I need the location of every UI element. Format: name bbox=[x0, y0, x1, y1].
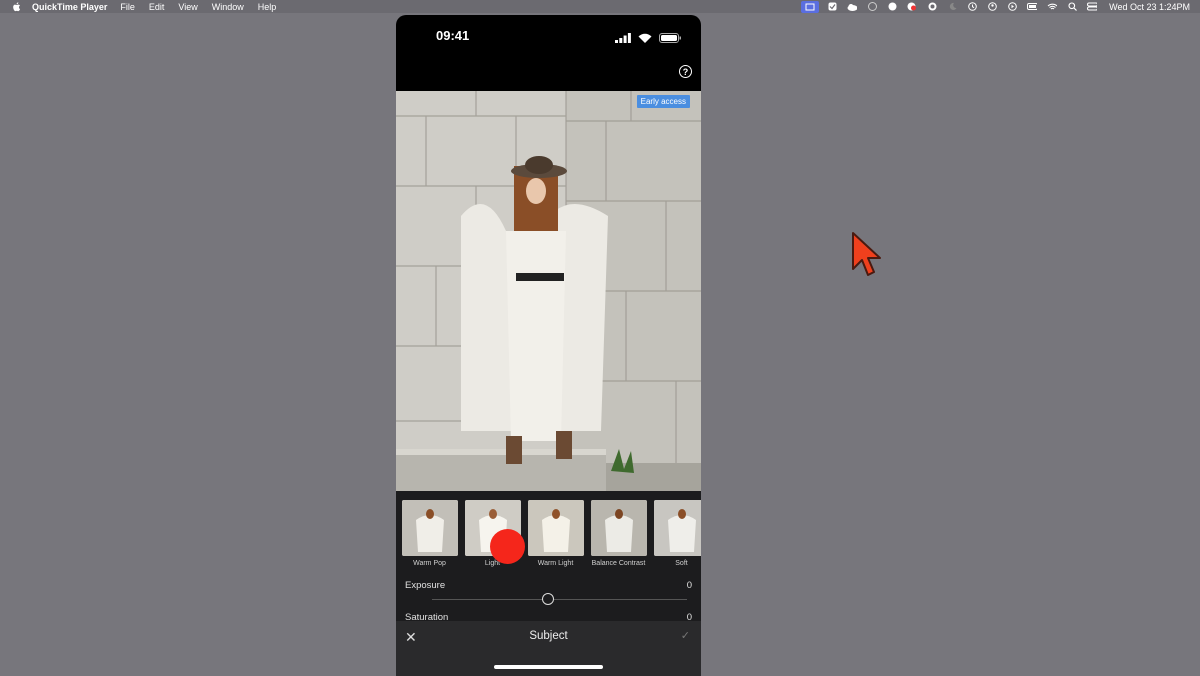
check-icon[interactable]: ✓ bbox=[681, 629, 690, 642]
preset-soft[interactable]: Soft bbox=[653, 500, 701, 567]
screen-mirror-icon[interactable] bbox=[801, 0, 820, 13]
gear-icon[interactable] bbox=[927, 2, 937, 11]
phone-battery-icon bbox=[659, 30, 681, 48]
preset-label: Warm Light bbox=[537, 560, 574, 567]
app-name[interactable]: QuickTime Player bbox=[32, 2, 107, 12]
phone-wifi-icon bbox=[638, 30, 652, 48]
wifi-icon[interactable] bbox=[1047, 2, 1058, 11]
menu-window[interactable]: Window bbox=[212, 2, 244, 12]
menubar-clock[interactable]: Wed Oct 23 1:24PM bbox=[1109, 2, 1190, 12]
touch-indicator bbox=[490, 529, 525, 564]
record-icon[interactable] bbox=[907, 2, 917, 11]
phone-status-icons bbox=[615, 30, 681, 48]
cloud-icon[interactable] bbox=[847, 2, 858, 11]
home-indicator[interactable] bbox=[494, 665, 603, 669]
menu-view[interactable]: View bbox=[178, 2, 197, 12]
exposure-label: Exposure bbox=[405, 580, 446, 591]
preset-label: Warm Pop bbox=[413, 560, 446, 567]
photo-illustration bbox=[396, 91, 701, 491]
time-machine-icon[interactable] bbox=[967, 2, 977, 11]
moon-icon[interactable] bbox=[947, 2, 957, 11]
preset-thumbnail bbox=[401, 500, 458, 556]
mouse-cursor-icon bbox=[850, 231, 882, 284]
menu-file[interactable]: File bbox=[120, 2, 135, 12]
battery-icon[interactable] bbox=[1027, 2, 1038, 11]
preset-balance-contrast[interactable]: Balance Contrast bbox=[590, 500, 647, 567]
phone-status-bar: 09:41 bbox=[396, 15, 701, 55]
menu-edit[interactable]: Edit bbox=[149, 2, 165, 12]
preset-warm-light[interactable]: Warm Light bbox=[527, 500, 584, 567]
bottom-bar: ✕ Subject ✓ bbox=[396, 621, 701, 676]
preset-label: Soft bbox=[675, 560, 688, 567]
search-icon[interactable] bbox=[1067, 2, 1077, 11]
apple-menu-icon[interactable] bbox=[11, 1, 21, 12]
preset-label: Balance Contrast bbox=[591, 560, 646, 567]
ball-icon[interactable] bbox=[887, 2, 897, 11]
menubar: QuickTime Player File Edit View Window H… bbox=[0, 0, 1200, 13]
globe-icon[interactable] bbox=[867, 2, 877, 11]
control-center-icon[interactable] bbox=[1087, 2, 1098, 11]
phone-time: 09:41 bbox=[436, 28, 470, 43]
preset-warm-pop[interactable]: Warm Pop bbox=[401, 500, 458, 567]
menu-help[interactable]: Help bbox=[258, 2, 277, 12]
preset-strip[interactable]: Warm Pop Light Warm Light Balance Contra… bbox=[401, 500, 701, 567]
status-area: Wed Oct 23 1:24PM bbox=[798, 0, 1190, 13]
preset-thumbnail bbox=[653, 500, 701, 556]
early-access-badge: Early access bbox=[636, 95, 690, 108]
preset-thumbnail bbox=[590, 500, 647, 556]
shield-check-icon[interactable] bbox=[827, 2, 837, 11]
exposure-slider-knob[interactable] bbox=[542, 593, 554, 605]
help-icon[interactable]: ? bbox=[679, 65, 692, 78]
account-icon[interactable] bbox=[987, 2, 997, 11]
play-icon[interactable] bbox=[1007, 2, 1017, 11]
exposure-row: Exposure 0 bbox=[405, 580, 692, 591]
bottom-title: Subject bbox=[529, 630, 568, 642]
subject-photo bbox=[396, 91, 701, 491]
preset-thumbnail bbox=[527, 500, 584, 556]
phone-screen: 09:41 ? Early access Warm Pop Light Warm… bbox=[396, 15, 701, 676]
cellular-icon bbox=[615, 30, 631, 48]
exposure-value: 0 bbox=[686, 580, 692, 591]
exposure-slider-track[interactable] bbox=[432, 599, 687, 600]
